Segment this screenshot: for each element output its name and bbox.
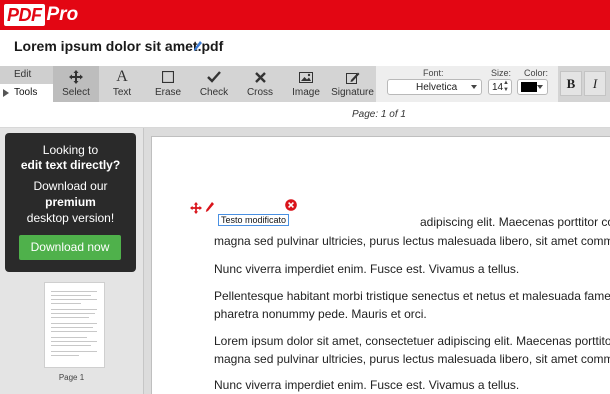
promo-line: Looking to [42,143,99,157]
pencil-icon[interactable] [205,201,215,213]
tool-signature[interactable]: Signature [329,66,376,102]
document-text-line: magna sed pulvinar ultricies, purus lect… [214,234,610,248]
tool-cross[interactable]: Cross [237,66,283,102]
file-name: Lorem ipsum dolor sit amet.pdf [14,38,224,54]
chevron-down-icon [471,85,477,89]
format-group: Font: Helvetica Size: 14 ▲ ▼ Color: [376,66,558,102]
logo-pdf-box: PDF [4,4,45,26]
document-text-line: pharetra nonummy pede. Mauris et orci. [214,307,427,321]
color-label: Color: [524,68,549,78]
style-group: B I [558,66,610,102]
tool-label: Signature [331,87,374,98]
tool-label: Select [62,87,90,98]
download-now-button[interactable]: Download now [19,235,121,260]
color-picker[interactable] [517,79,548,95]
page-indicator: Page: 1 of 1 [352,109,406,120]
logo-pro-text: Pro [46,4,79,25]
tool-label: Image [292,87,320,98]
app-header: PDF Pro [0,0,610,30]
image-icon [283,69,329,85]
pencil-icon[interactable] [193,40,203,52]
mode-edit[interactable]: Edit [0,66,53,84]
page-indicator-bar: Page: 1 of 1 [0,102,610,128]
size-label: Size: [491,68,512,78]
toolbar: Edit Tools Select A Text Erase Check Cro… [0,66,610,102]
app-logo[interactable]: PDF Pro [4,3,78,27]
sidebar-divider [143,128,144,394]
sidebar: Looking to edit text directly? Download … [0,128,143,394]
document-text-line: Pellentesque habitant morbi tristique se… [214,289,610,303]
color-swatch [521,82,537,92]
text-a-icon: A [116,68,128,85]
edited-text-field[interactable]: Testo modificato [218,214,290,226]
promo-line: Download our [33,179,108,193]
promo-line: desktop version! [26,211,115,225]
mode-switch: Edit Tools [0,66,53,102]
close-icon[interactable] [285,199,297,211]
promo-box: Looking to edit text directly? Download … [5,133,136,272]
document-text-line: Lorem ipsum dolor sit amet, consectetuer… [214,334,610,348]
bold-button[interactable]: B [560,71,582,96]
move-icon[interactable] [190,202,202,214]
thumbnail-label: Page 1 [58,373,85,382]
square-icon [145,69,191,85]
tool-erase[interactable]: Erase [145,66,191,102]
tool-label: Text [112,87,132,98]
tool-group: Select A Text Erase Check Cross Image Si… [53,66,376,102]
document-text-line: magna sed pulvinar ultricies, purus lect… [214,352,610,366]
tool-label: Check [199,87,229,98]
promo-highlight: premium [45,195,96,209]
cross-icon [237,69,283,85]
document-page[interactable]: Testo modificato adipiscing elit. Maecen… [151,136,610,394]
check-icon [191,69,237,85]
tool-label: Cross [246,87,274,98]
promo-headline: edit text directly? [20,158,121,172]
tool-label: Erase [154,87,182,98]
stepper-arrows-icon: ▲ ▼ [503,80,509,93]
document-text-line: Nunc viverra imperdiet enim. Fusce est. … [214,378,520,392]
size-value: 14 [492,82,504,93]
font-label: Font: [423,68,444,78]
page-thumbnail[interactable] [44,282,105,368]
tool-check[interactable]: Check [191,66,237,102]
italic-button[interactable]: I [584,71,606,96]
tool-image[interactable]: Image [283,66,329,102]
document-text-line: Nunc viverra imperdiet enim. Fusce est. … [214,262,520,276]
document-text-line: adipiscing elit. Maecenas porttitor cong… [420,215,610,229]
file-title-bar: Lorem ipsum dolor sit amet.pdf [0,30,610,66]
tool-text[interactable]: A Text [99,66,145,102]
tool-select[interactable]: Select [53,66,99,102]
chevron-down-icon [537,85,543,89]
font-select[interactable]: Helvetica [387,79,482,95]
size-stepper[interactable]: 14 ▲ ▼ [488,79,512,95]
move-icon [53,69,99,85]
mode-tools[interactable]: Tools [0,84,53,102]
signature-pen-icon [329,69,376,85]
font-value: Helvetica [416,82,458,93]
